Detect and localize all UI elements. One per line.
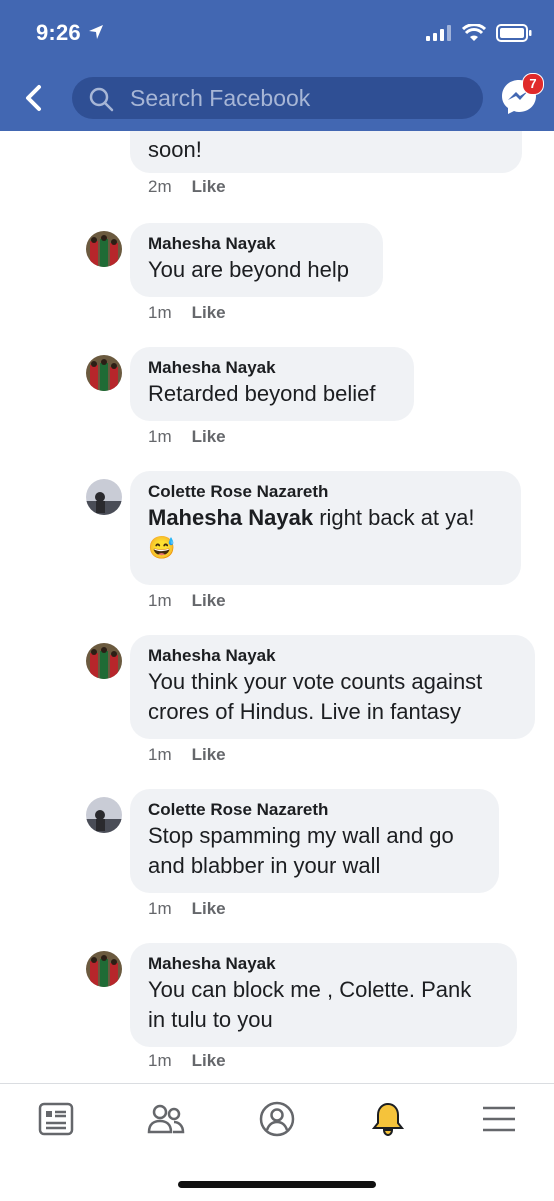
comment-time: 2m — [148, 177, 172, 196]
notifications-bell-icon[interactable] — [369, 1100, 407, 1138]
home-indicator — [178, 1181, 376, 1188]
comment-time: 1m — [148, 899, 172, 918]
back-chevron-icon[interactable] — [22, 84, 48, 117]
commenter-name[interactable]: Mahesha Nayak — [148, 357, 396, 379]
avatar[interactable] — [86, 951, 122, 987]
avatar[interactable] — [86, 231, 122, 267]
wifi-icon — [461, 23, 487, 47]
like-button[interactable]: Like — [192, 1051, 226, 1070]
comment-bubble: Mahesha Nayak You can block me , Colette… — [130, 943, 517, 1047]
comment-meta: 1m Like — [148, 1051, 226, 1071]
news-feed-icon[interactable] — [37, 1100, 75, 1138]
like-button[interactable]: Like — [192, 427, 226, 446]
comment-bubble: soon! — [130, 131, 522, 173]
comment-text-line: and blabber in your wall — [148, 853, 381, 878]
comment-time: 1m — [148, 303, 172, 322]
comment-bubble: Mahesha Nayak You are beyond help — [130, 223, 383, 297]
comment-text-line: in tulu to you — [148, 1007, 273, 1032]
like-button[interactable]: Like — [192, 745, 226, 764]
emoji: 😅 — [148, 535, 176, 560]
comment-bubble: Colette Rose Nazareth Stop spamming my w… — [130, 789, 499, 893]
avatar[interactable] — [86, 643, 122, 679]
comment-meta: 1m Like — [148, 303, 226, 323]
menu-icon[interactable] — [480, 1100, 518, 1138]
comment-text-line: crores of Hindus. Live in fantasy — [148, 699, 462, 724]
comment-text: soon! — [148, 137, 202, 162]
comment-meta: 2m Like — [148, 177, 226, 197]
search-placeholder: Search Facebook — [130, 85, 311, 111]
comment-time: 1m — [148, 745, 172, 764]
avatar[interactable] — [86, 355, 122, 391]
comment-text-body: right back at ya! — [313, 505, 475, 530]
friends-icon[interactable] — [147, 1100, 185, 1138]
mention-link[interactable]: Mahesha Nayak — [148, 505, 313, 530]
commenter-name[interactable]: Colette Rose Nazareth — [148, 481, 503, 503]
like-button[interactable]: Like — [192, 303, 226, 322]
commenter-name[interactable]: Mahesha Nayak — [148, 233, 365, 255]
comment-text: Retarded beyond belief — [148, 381, 376, 406]
cellular-signal-icon — [426, 25, 452, 46]
status-time: 9:26 — [36, 20, 81, 45]
comment-meta: 1m Like — [148, 745, 226, 765]
commenter-name[interactable]: Colette Rose Nazareth — [148, 799, 481, 821]
top-header: 9:26 Search Facebook 7 — [0, 0, 554, 131]
comment-time: 1m — [148, 1051, 172, 1070]
avatar[interactable] — [86, 479, 122, 515]
like-button[interactable]: Like — [192, 899, 226, 918]
comment-text-line: You think your vote counts against — [148, 669, 483, 694]
profile-icon[interactable] — [258, 1100, 296, 1138]
comment-bubble: Colette Rose Nazareth Mahesha Nayak righ… — [130, 471, 521, 585]
search-icon — [88, 86, 114, 117]
comment-meta: 1m Like — [148, 899, 226, 919]
comment-time: 1m — [148, 427, 172, 446]
comment-text: Mahesha Nayak right back at ya! — [148, 503, 503, 533]
messenger-badge: 7 — [522, 73, 544, 95]
comment-text: You are beyond help — [148, 257, 350, 282]
avatar[interactable] — [86, 797, 122, 833]
comment-bubble: Mahesha Nayak You think your vote counts… — [130, 635, 535, 739]
location-arrow-icon — [88, 24, 104, 45]
comment-thread: soon! 2m Like Mahesha Nayak You are beyon… — [0, 131, 554, 1083]
comment-text-line: Stop spamming my wall and go — [148, 823, 454, 848]
comment-meta: 1m Like — [148, 427, 226, 447]
comment-bubble: Mahesha Nayak Retarded beyond belief — [130, 347, 414, 421]
status-bar: 9:26 — [0, 0, 554, 66]
like-button[interactable]: Like — [192, 177, 226, 196]
comment-text-line: You can block me , Colette. Pank — [148, 977, 472, 1002]
commenter-name[interactable]: Mahesha Nayak — [148, 645, 517, 667]
search-input[interactable]: Search Facebook — [72, 77, 483, 119]
comment-time: 1m — [148, 591, 172, 610]
comment-meta: 1m Like — [148, 591, 226, 611]
commenter-name[interactable]: Mahesha Nayak — [148, 953, 499, 975]
like-button[interactable]: Like — [192, 591, 226, 610]
battery-icon — [496, 24, 532, 47]
